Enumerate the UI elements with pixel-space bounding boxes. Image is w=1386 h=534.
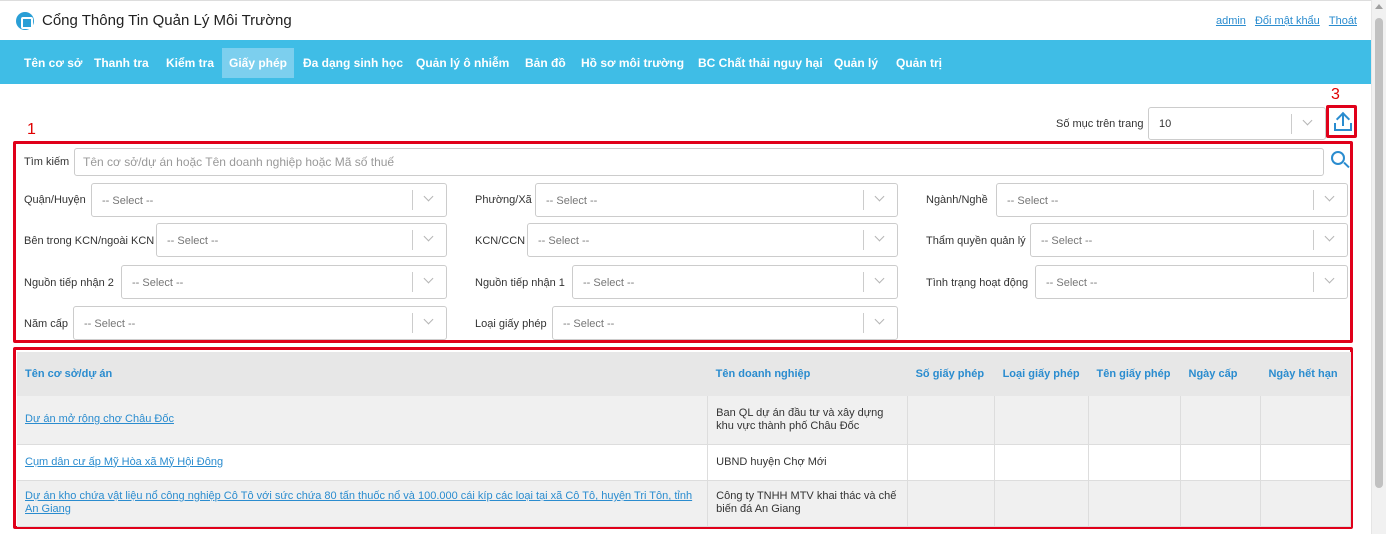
chevron-down-icon (1324, 273, 1335, 284)
nav-item-kiem-tra[interactable]: Kiểm tra (161, 52, 219, 74)
nav-item-thanh-tra[interactable]: Thanh tra (89, 52, 154, 74)
chevron-down-icon (874, 314, 885, 325)
user-link-admin[interactable]: admin (1216, 15, 1246, 27)
export-button[interactable] (1330, 109, 1356, 136)
filter-select-operation-status[interactable]: -- Select -- (1035, 265, 1348, 299)
chevron-down-icon (423, 191, 434, 202)
search-label: Tìm kiếm (24, 156, 70, 168)
filter-label-district: Quận/Huyện (24, 194, 86, 206)
scrollbar-thumb[interactable] (1375, 18, 1383, 488)
filter-label-ward: Phường/Xã (475, 194, 532, 206)
filter-select-source-1[interactable]: -- Select -- (572, 265, 898, 299)
filter-select-source-2[interactable]: -- Select -- (121, 265, 447, 299)
chevron-down-icon (423, 314, 434, 325)
column-header-expiry-date[interactable]: Ngày hết hạn (1260, 352, 1351, 396)
chevron-down-icon (874, 231, 885, 242)
filter-label-authority: Thẩm quyền quản lý (926, 235, 1026, 247)
filter-select-industry[interactable]: -- Select -- (996, 183, 1348, 217)
table-row: Dự án mở rộng chợ Châu Đốc Ban QL dự án … (17, 396, 1352, 445)
table-row: Dự án kho chứa vật liệu nổ công nghiệp C… (17, 480, 1352, 527)
search-icon[interactable] (1331, 151, 1351, 171)
nav-item-ten-co-so[interactable]: Tên cơ sở (19, 52, 87, 74)
chevron-down-icon (874, 273, 885, 284)
license-table: Tên cơ sở/dự án Tên doanh nghiệp Số giấy… (17, 352, 1352, 527)
page-scrollbar[interactable] (1371, 0, 1386, 534)
annotation-3: 3 (1331, 86, 1340, 103)
nav-item-bc-chat-thai[interactable]: BC Chất thải nguy hại (693, 52, 828, 74)
column-header-project[interactable]: Tên cơ sở/dự án (17, 352, 708, 396)
nav-item-ban-do[interactable]: Bản đồ (520, 52, 571, 74)
filter-select-district[interactable]: -- Select -- (91, 183, 447, 217)
app-logo-icon (16, 12, 34, 30)
column-header-license-number[interactable]: Số giấy phép (907, 352, 995, 396)
filter-label-license-type: Loại giấy phép (475, 318, 547, 330)
filter-label-source-2: Nguồn tiếp nhận 2 (24, 277, 114, 289)
column-header-license-type[interactable]: Loại giấy phép (994, 352, 1089, 396)
table-header-row: Tên cơ sở/dự án Tên doanh nghiệp Số giấy… (17, 352, 1351, 396)
chevron-down-icon (423, 273, 434, 284)
user-links: admin Đổi mật khẩu Thoát (1210, 15, 1357, 27)
chevron-down-icon (1324, 191, 1335, 202)
page-size-select[interactable]: 10 (1148, 107, 1326, 140)
project-link[interactable]: Cụm dân cư ấp Mỹ Hòa xã Mỹ Hội Đông (25, 456, 223, 468)
filter-select-authority[interactable]: -- Select -- (1030, 223, 1348, 257)
filter-select-kcn-ccn[interactable]: -- Select -- (527, 223, 898, 257)
company-cell: UBND huyện Chợ Mới (707, 444, 909, 481)
nav-item-da-dang-sinh-hoc[interactable]: Đa dạng sinh học (298, 52, 408, 74)
chevron-down-icon (423, 231, 434, 242)
column-header-issue-date[interactable]: Ngày cấp (1180, 352, 1261, 396)
filter-label-industrial-zone-type: Bên trong KCN/ngoài KCN (24, 235, 155, 247)
nav-item-ho-so-moi-truong[interactable]: Hồ sơ môi trường (576, 52, 689, 74)
filter-label-kcn-ccn: KCN/CCN (475, 235, 526, 247)
column-header-company[interactable]: Tên doanh nghiệp (707, 352, 908, 396)
scroll-up-icon[interactable] (1375, 4, 1383, 9)
main-nav: Tên cơ sở Thanh tra Kiểm tra Giấy phép Đ… (0, 40, 1371, 84)
filter-label-year: Năm cấp (24, 318, 69, 330)
nav-item-quan-ly[interactable]: Quản lý (829, 52, 883, 74)
chevron-down-icon (874, 191, 885, 202)
filter-label-industry: Ngành/Nghề (926, 194, 988, 206)
nav-item-quan-tri[interactable]: Quản trị (891, 52, 947, 74)
filter-select-ward[interactable]: -- Select -- (535, 183, 898, 217)
company-cell: Ban QL dự án đầu tư và xây dựng khu vực … (707, 396, 909, 445)
top-bar: Cổng Thông Tin Quản Lý Môi Trường admin … (0, 0, 1371, 40)
app-title: Cổng Thông Tin Quản Lý Môi Trường (42, 12, 292, 29)
filter-label-source-1: Nguồn tiếp nhận 1 (475, 277, 565, 289)
user-link-logout[interactable]: Thoát (1329, 15, 1357, 27)
company-cell: Công ty TNHH MTV khai thác và chế biến đ… (707, 480, 909, 527)
search-input[interactable]: Tên cơ sở/dự án hoặc Tên doanh nghiệp ho… (74, 148, 1324, 176)
annotation-1: 1 (27, 121, 36, 138)
user-link-change-password[interactable]: Đổi mật khẩu (1255, 15, 1320, 27)
project-link[interactable]: Dự án mở rộng chợ Châu Đốc (25, 413, 174, 425)
nav-item-quan-ly-o-nhiem[interactable]: Quản lý ô nhiễm (411, 52, 514, 74)
table-row: Cụm dân cư ấp Mỹ Hòa xã Mỹ Hội Đông UBND… (17, 444, 1352, 481)
filter-select-industrial-zone-type[interactable]: -- Select -- (156, 223, 447, 257)
chevron-down-icon (1302, 115, 1313, 126)
filter-select-year[interactable]: -- Select -- (73, 306, 447, 340)
nav-item-giay-phep[interactable]: Giấy phép (222, 48, 295, 78)
chevron-down-icon (1324, 231, 1335, 242)
column-header-license-name[interactable]: Tên giấy phép (1088, 352, 1181, 396)
filter-select-license-type[interactable]: -- Select -- (552, 306, 898, 340)
filter-label-operation-status: Tình trạng hoạt động (926, 277, 1029, 289)
project-link[interactable]: Dự án kho chứa vật liệu nổ công nghiệp C… (25, 490, 692, 515)
page-size-value: 10 (1159, 118, 1172, 130)
page-size-label: Số mục trên trang (1056, 118, 1144, 130)
